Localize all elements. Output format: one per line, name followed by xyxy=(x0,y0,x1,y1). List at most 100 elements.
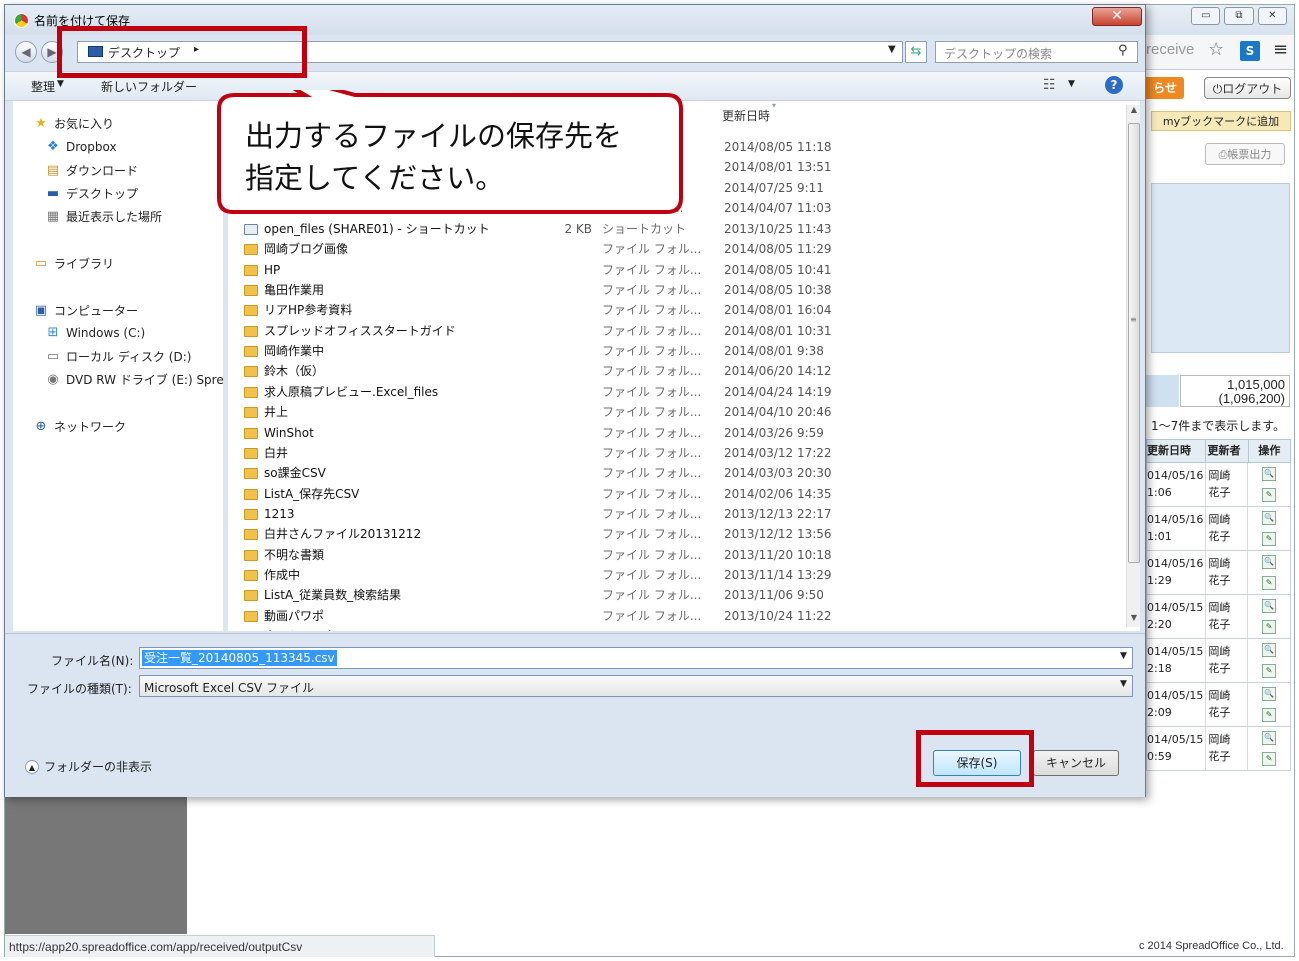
folder-icon xyxy=(244,366,258,378)
filetype-dropdown-icon[interactable]: ▼ xyxy=(1120,679,1127,689)
list-item-type: ファイル フォル... xyxy=(602,262,702,277)
nav-libraries[interactable]: ▭ ライブラリ xyxy=(33,255,114,272)
view-options-icon[interactable]: ☷ xyxy=(1043,77,1056,93)
folder-item[interactable]: 求人原稿プレビュー.Excel_files ファイル フォル... 2014/04/… xyxy=(228,382,1108,402)
view-detail-icon[interactable]: 🔍 xyxy=(1262,686,1277,701)
edit-record-icon[interactable]: ✎ xyxy=(1262,532,1277,547)
total-amount: 1,015,000 xyxy=(1227,377,1285,392)
folder-item[interactable]: 動画パワポ ファイル フォル... 2013/10/24 11:22 xyxy=(228,606,1108,626)
organize-dropdown-icon[interactable]: ▼ xyxy=(57,79,64,89)
edit-record-icon[interactable]: ✎ xyxy=(1262,664,1277,679)
filename-field[interactable]: 受注一覧_20140805_113345.csv ▼ xyxy=(139,647,1133,669)
help-button[interactable]: ? xyxy=(1105,76,1123,94)
folder-item[interactable]: ListA_従業員数_検索結果 ファイル フォル... 2013/11/06 9:5… xyxy=(228,585,1108,605)
list-item-date: 2014/08/01 13:51 xyxy=(724,160,832,175)
folder-item[interactable]: 1213 ファイル フォル... 2013/12/13 22:17 xyxy=(228,504,1108,524)
folder-item[interactable]: 白井さんファイル20131212 ファイル フォル... 2013/12/12 13… xyxy=(228,524,1108,544)
logout-label: ログアウト xyxy=(1222,82,1283,96)
scroll-grip-icon: ≡ xyxy=(1130,315,1137,324)
nav-network[interactable]: ⊕ ネットワーク xyxy=(33,418,126,435)
nav-network-label: ネットワーク xyxy=(54,420,127,434)
minimize-button[interactable]: ▭ xyxy=(1191,7,1221,25)
list-item-date: 2014/04/07 11:03 xyxy=(724,200,832,215)
edit-record-icon[interactable]: ✎ xyxy=(1262,488,1277,503)
address-dropdown-icon[interactable]: ▼ xyxy=(888,44,896,55)
nav-drive-d[interactable]: ▭ ローカル ディスク (D:) xyxy=(45,348,192,365)
folder-item[interactable]: 不明な書類 ファイル フォル... 2013/11/20 10:18 xyxy=(228,545,1108,565)
folder-item[interactable]: 鈴木（仮） ファイル フォル... 2014/06/20 14:12 xyxy=(228,361,1108,381)
list-item-name: 求人原稿プレビュー.Excel_files xyxy=(264,384,439,399)
report-output-button[interactable]: ⎙帳票出力 xyxy=(1205,143,1285,165)
scroll-up-icon[interactable]: ▲ xyxy=(1127,105,1140,119)
folder-item[interactable]: リアHP参考資料 ファイル フォル... 2014/08/01 16:04 xyxy=(228,300,1108,320)
view-detail-icon[interactable]: 🔍 xyxy=(1262,598,1277,613)
edit-record-icon[interactable]: ✎ xyxy=(1262,752,1277,767)
omnibox[interactable]: receive xyxy=(1146,41,1204,61)
back-button[interactable]: ◀ xyxy=(15,41,37,63)
filename-dropdown-icon[interactable]: ▼ xyxy=(1120,651,1127,661)
edit-record-icon[interactable]: ✎ xyxy=(1262,708,1277,723)
table-row: 014/05/15 0:59 岡崎 花子 🔍 ✎ xyxy=(1146,727,1291,771)
folder-item[interactable]: ネットワーク xyxy=(228,626,1108,631)
nav-desktop[interactable]: ▬ デスクトップ xyxy=(45,185,138,202)
file-list-scrollbar[interactable]: ▲ ≡ ▼ xyxy=(1126,105,1140,627)
folder-item[interactable]: 岡崎ブログ画像 ファイル フォル... 2014/08/05 11:29 xyxy=(228,239,1108,259)
edit-record-icon[interactable]: ✎ xyxy=(1262,620,1277,635)
filetype-select[interactable]: Microsoft Excel CSV ファイル ▼ xyxy=(139,675,1133,697)
folder-item[interactable]: 井上 ファイル フォル... 2014/04/10 20:46 xyxy=(228,402,1108,422)
shortcut-item[interactable]: open_files (SHARE01) - ショートカット 2 KB ショートカッ… xyxy=(228,219,1108,239)
folder-item[interactable]: スプレッドオフィススタートガイド ファイル フォル... 2014/08/01 10… xyxy=(228,321,1108,341)
list-item-type: ファイル フォル... xyxy=(602,323,702,338)
nav-dropbox[interactable]: ❖ Dropbox xyxy=(45,139,116,154)
nav-downloads[interactable]: ▤ ダウンロード xyxy=(45,162,138,179)
add-bookmark-button[interactable]: myブックマークに追加 xyxy=(1151,111,1291,131)
scroll-down-icon[interactable]: ▼ xyxy=(1127,613,1140,627)
folder-item[interactable]: 亀田作業用 ファイル フォル... 2014/08/05 10:38 xyxy=(228,280,1108,300)
folder-item[interactable]: 作成中 ファイル フォル... 2013/11/14 13:29 xyxy=(228,565,1108,585)
row-actions: 🔍 ✎ xyxy=(1247,727,1290,770)
folder-item[interactable]: 白井 ファイル フォル... 2014/03/12 17:22 xyxy=(228,443,1108,463)
new-folder-button[interactable]: 新しいフォルダー xyxy=(101,78,197,95)
browser-close-button[interactable]: ✕ xyxy=(1257,7,1287,25)
view-dropdown-icon[interactable]: ▼ xyxy=(1068,79,1075,89)
header-updated-by: 更新者 xyxy=(1204,440,1248,462)
refresh-button[interactable]: ⇆ xyxy=(905,41,927,63)
report-output-label: 帳票出力 xyxy=(1227,148,1272,161)
folder-item[interactable]: ListA_保存先CSV ファイル フォル... 2014/02/06 14:35 xyxy=(228,484,1108,504)
notice-tab[interactable]: らせ xyxy=(1146,77,1184,99)
view-detail-icon[interactable]: 🔍 xyxy=(1262,642,1277,657)
dialog-close-button[interactable]: ✕ xyxy=(1092,7,1142,26)
folder-item[interactable]: HP ファイル フォル... 2014/08/05 10:41 xyxy=(228,260,1108,280)
search-icon[interactable]: ⚲ xyxy=(1118,43,1128,58)
view-detail-icon[interactable]: 🔍 xyxy=(1262,510,1277,525)
row-actions: 🔍 ✎ xyxy=(1247,507,1290,550)
bookmark-star-icon[interactable]: ☆ xyxy=(1208,39,1224,60)
folder-item[interactable]: so課金CSV ファイル フォル... 2014/03/03 20:30 xyxy=(228,463,1108,483)
folder-item[interactable]: 岡崎作業中 ファイル フォル... 2014/08/01 9:38 xyxy=(228,341,1108,361)
filename-value[interactable]: 受注一覧_20140805_113345.csv xyxy=(142,650,337,666)
list-item-date: 2014/04/24 14:19 xyxy=(724,384,832,399)
view-detail-icon[interactable]: 🔍 xyxy=(1262,554,1277,569)
nav-recent-places[interactable]: ▦ 最近表示した場所 xyxy=(45,208,162,225)
browser-menu-icon[interactable]: ≡ xyxy=(1273,39,1288,60)
nav-favorites[interactable]: ★ お気に入り xyxy=(33,115,114,132)
list-item-date: 2014/08/05 11:18 xyxy=(724,140,832,154)
edit-record-icon[interactable]: ✎ xyxy=(1262,576,1277,591)
hide-folders-button[interactable]: ▲ フォルダーの非表示 xyxy=(25,758,152,775)
logout-button[interactable]: ⏻ログアウト xyxy=(1204,77,1291,99)
restore-button[interactable]: ⧉ xyxy=(1224,7,1254,25)
cancel-button[interactable]: キャンセル xyxy=(1033,750,1119,776)
spreadoffice-extension-icon[interactable]: S xyxy=(1240,41,1260,61)
row-actions: 🔍 ✎ xyxy=(1247,551,1290,594)
nav-drive-e[interactable]: ◉ DVD RW ドライブ (E:) Spre xyxy=(45,371,223,388)
column-header-date[interactable]: 更新日時 xyxy=(722,107,770,124)
folder-item[interactable]: WinShot ファイル フォル... 2014/03/26 9:59 xyxy=(228,423,1108,443)
list-item-type: ファイル フォル... xyxy=(602,506,702,521)
scroll-thumb[interactable] xyxy=(1128,123,1140,563)
nav-drive-c[interactable]: ⊞ Windows (C:) xyxy=(45,325,146,340)
search-input[interactable]: デスクトップの検索 ⚲ xyxy=(935,41,1138,63)
view-detail-icon[interactable]: 🔍 xyxy=(1262,730,1277,745)
organize-button[interactable]: 整理 xyxy=(31,78,55,95)
view-detail-icon[interactable]: 🔍 xyxy=(1262,466,1277,481)
nav-computer[interactable]: ▣ コンピューター xyxy=(33,302,138,319)
